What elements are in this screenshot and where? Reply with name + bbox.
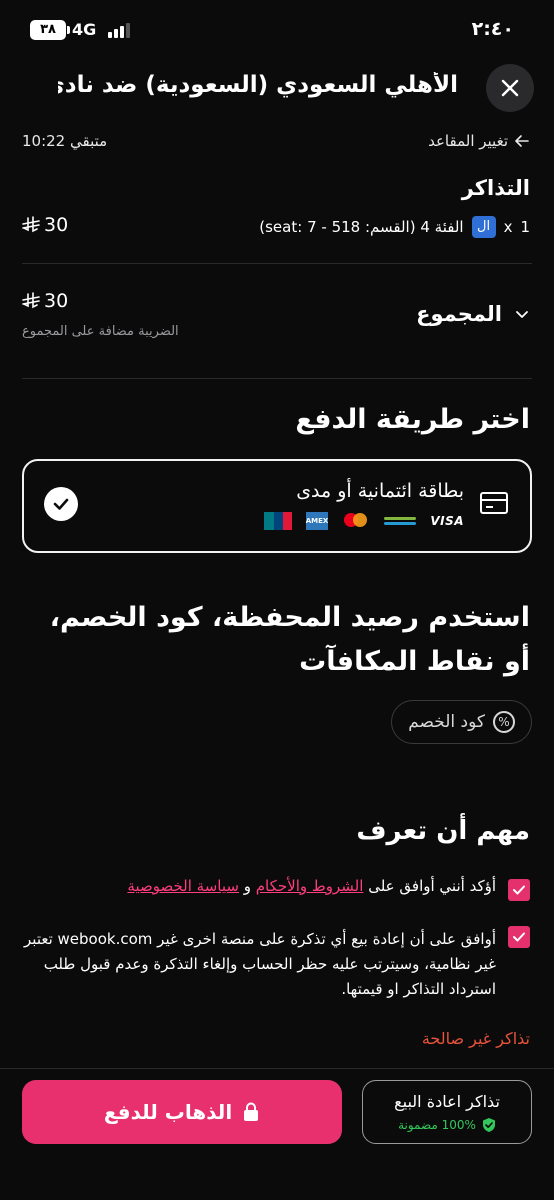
network-type: 4G — [72, 20, 97, 39]
total-price: 30 — [22, 290, 68, 312]
resale-button-label: تذاكر اعادة البيع — [394, 1091, 500, 1111]
arrow-left-icon — [515, 135, 529, 147]
selected-check-icon — [44, 487, 78, 521]
riyal-icon — [22, 216, 40, 233]
terms-and: و — [243, 877, 251, 895]
discount-code-button[interactable]: % كود الخصم — [391, 700, 532, 744]
ticket-description: الفئة 4 (القسم: 518 - 7 :seat) — [259, 218, 464, 236]
check-icon — [513, 885, 525, 895]
total-label: المجموع — [416, 302, 502, 326]
mastercard-logo — [342, 512, 370, 530]
close-button[interactable] — [486, 64, 534, 112]
guaranteed-label: 100% مضمونة — [398, 1117, 476, 1132]
shield-check-icon — [482, 1117, 495, 1132]
category-badge: ال — [471, 216, 496, 238]
percent-icon: % — [493, 711, 515, 733]
signal-icon — [108, 23, 130, 38]
privacy-link[interactable]: سياسة الخصوصية — [127, 877, 239, 895]
resale-tickets-button[interactable]: تذاكر اعادة البيع 100% مضمونة — [362, 1080, 532, 1144]
ticket-multiplier: x — [503, 218, 513, 236]
ticket-price: 30 — [22, 214, 68, 236]
ticket-quantity: 1 — [520, 218, 530, 236]
mada-logo — [384, 513, 417, 529]
wallet-heading: استخدم رصيد المحفظة، كود الخصم، أو نقاط … — [49, 602, 530, 677]
credit-card-icon — [480, 492, 508, 514]
invalid-tickets-link[interactable]: تذاكر غير صالحة — [422, 1029, 530, 1048]
ticket-price-value: 30 — [44, 214, 69, 236]
status-time: ٢:٤٠ — [471, 18, 514, 40]
terms-checkbox[interactable] — [508, 879, 530, 901]
chevron-down-icon — [516, 311, 528, 318]
resale-agreement-text: أوافق على أن إعادة بيع أي تذكرة على منصة… — [24, 930, 496, 998]
guaranteed-badge: 100% مضمونة — [398, 1117, 496, 1133]
proceed-to-payment-button[interactable]: الذهاب للدفع — [22, 1080, 342, 1144]
resale-agreement-checkbox[interactable] — [508, 926, 530, 948]
tax-note: الضريبة مضافة على المجموع — [22, 324, 179, 339]
battery-icon: ٣٨ — [30, 20, 70, 40]
ticket-line: الفئة 4 (القسم: 518 - 7 :seat) ال x 1 — [259, 216, 530, 238]
close-icon — [501, 79, 519, 97]
countdown-timer: متبقي 10:22 — [22, 132, 108, 150]
pay-button-label: الذهاب للدفع — [103, 1100, 233, 1124]
amex-logo: AMEX — [306, 512, 329, 530]
discount-code-label: كود الخصم — [408, 712, 485, 732]
check-icon — [513, 932, 525, 942]
tickets-heading: التذاكر — [461, 176, 530, 200]
card-payment-option[interactable] — [22, 459, 532, 553]
lock-icon — [244, 1102, 259, 1121]
unionpay-logo — [264, 512, 293, 530]
visa-logo: VISA — [430, 514, 464, 528]
total-toggle[interactable]: المجموع — [416, 302, 530, 326]
riyal-icon — [22, 292, 40, 309]
change-seats-label: تغيير المقاعد — [428, 132, 508, 150]
terms-prefix: أؤكد أنني أوافق على — [368, 877, 496, 895]
payment-heading: اختر طريقة الدفع — [295, 404, 530, 435]
change-seats-link[interactable]: تغيير المقاعد — [428, 132, 530, 150]
terms-link[interactable]: الشروط والأحكام — [256, 877, 364, 895]
card-brands: VISA AMEX — [264, 512, 464, 530]
total-price-value: 30 — [44, 290, 69, 312]
divider — [22, 378, 532, 379]
important-heading: مهم أن تعرف — [356, 816, 530, 846]
event-title: الأهلي السعودي (السعودية) ضد نادي... — [58, 72, 458, 98]
card-option-label: بطاقة ائتمانية أو مدى — [296, 480, 464, 502]
divider — [22, 263, 532, 264]
terms-text: أؤكد أنني أوافق على الشروط والأحكام و سي… — [127, 877, 496, 895]
